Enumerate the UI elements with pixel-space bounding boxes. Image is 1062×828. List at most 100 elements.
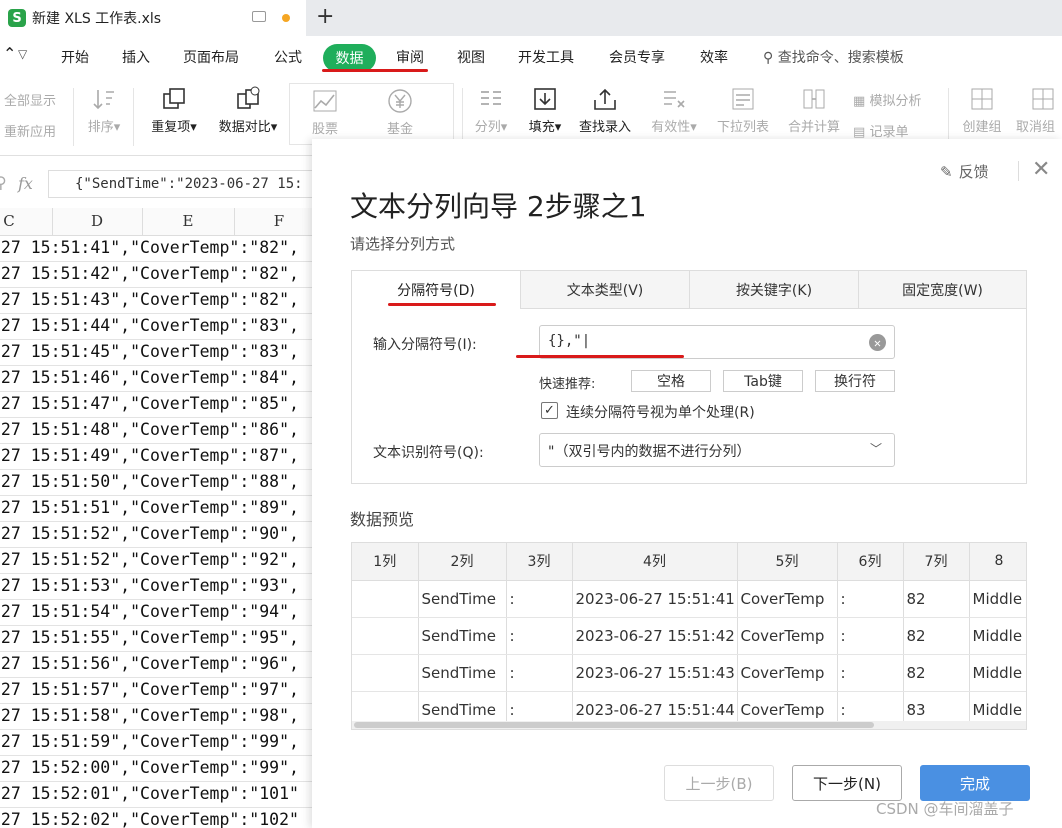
tab-fixed-width[interactable]: 固定宽度(W)	[858, 271, 1026, 309]
tab-keyword[interactable]: 按关键字(K)	[689, 271, 858, 309]
split-column-button[interactable]: 分列▾	[470, 86, 512, 135]
preview-column-header[interactable]: 7列	[903, 543, 970, 581]
tab-text-type[interactable]: 文本类型(V)	[520, 271, 689, 309]
column-header-f[interactable]: F	[234, 212, 312, 236]
sheet-row[interactable]: -27 15:51:43","CoverTemp":"82",	[0, 288, 312, 314]
qualifier-select[interactable]: "（双引号内的数据不进行分列） ﹀	[539, 433, 895, 467]
sheet-row[interactable]: -27 15:52:02","CoverTemp":"102"	[0, 808, 312, 828]
menu-developer[interactable]: 开发工具	[518, 47, 574, 67]
close-icon[interactable]: ✕	[1032, 157, 1050, 182]
menu-dropdown-icon[interactable]: ▽	[18, 47, 27, 61]
scrollbar-thumb[interactable]	[354, 722, 874, 728]
sheet-row[interactable]: -27 15:51:54","CoverTemp":"94",	[0, 600, 312, 626]
column-header-d[interactable]: D	[52, 212, 142, 236]
clear-icon[interactable]: ✕	[869, 334, 886, 351]
show-all-button[interactable]: 全部显示	[4, 90, 56, 109]
sheet-row[interactable]: -27 15:51:55","CoverTemp":"95",	[0, 626, 312, 652]
quick-tab-button[interactable]: Tab键	[723, 370, 803, 392]
horizontal-scrollbar[interactable]	[352, 721, 1026, 729]
unsaved-dot-icon	[282, 14, 290, 22]
sheet-row[interactable]: -27 15:51:47","CoverTemp":"85",	[0, 392, 312, 418]
preview-column-header[interactable]: 4列	[572, 543, 738, 581]
menu-page-layout[interactable]: 页面布局	[183, 47, 239, 67]
menu-formula[interactable]: 公式	[274, 47, 302, 67]
new-tab-plus-icon[interactable]: +	[316, 4, 334, 29]
preview-cell: 2023-06-27 15:51:41	[572, 580, 738, 618]
zoom-icon[interactable]: ⚲	[0, 173, 7, 192]
split-column-icon	[481, 91, 501, 105]
preview-cell: :	[837, 654, 904, 692]
sheet-row[interactable]: -27 15:51:48","CoverTemp":"86",	[0, 418, 312, 444]
find-input-button[interactable]: 查找录入	[574, 86, 636, 135]
menu-insert[interactable]: 插入	[122, 47, 150, 67]
simulate-analysis-button[interactable]: ▦ 模拟分析	[853, 90, 921, 109]
sheet-row[interactable]: -27 15:51:46","CoverTemp":"84",	[0, 366, 312, 392]
data-preview[interactable]: 1列 2列 3列 4列 5列 6列 7列 8 SendTime:2023-06-27 15:5…	[351, 542, 1027, 730]
watermark: CSDN @车间溜盖子	[876, 800, 1014, 818]
preview-column-header[interactable]: 6列	[837, 543, 904, 581]
preview-column-header[interactable]: 3列	[506, 543, 573, 581]
quick-newline-button[interactable]: 换行符	[815, 370, 895, 392]
sheet-row[interactable]: -27 15:51:42","CoverTemp":"82",	[0, 262, 312, 288]
stocks-button[interactable]: 股票	[305, 88, 345, 137]
sheet-row[interactable]: -27 15:51:50","CoverTemp":"88",	[0, 470, 312, 496]
dialog-subtitle: 请选择分列方式	[350, 235, 456, 253]
menu-review[interactable]: 审阅	[396, 47, 424, 67]
formula-input[interactable]: {"SendTime":"2023-06-27 15:	[48, 170, 312, 198]
funds-button[interactable]: 基金	[380, 88, 420, 137]
preview-column-header[interactable]: 2列	[418, 543, 507, 581]
menu-home[interactable]: 开始	[61, 47, 89, 67]
consecutive-checkbox[interactable]: ✓	[541, 402, 558, 419]
form-icon: ▤	[853, 125, 866, 140]
create-group-button[interactable]: 创建组	[958, 86, 1006, 135]
document-tab[interactable]: S 新建 XLS 工作表.xls	[0, 0, 306, 36]
reapply-button[interactable]: 重新应用	[4, 121, 56, 140]
sheet-row[interactable]: -27 15:51:41","CoverTemp":"82",	[0, 236, 312, 262]
column-header-e[interactable]: E	[142, 212, 234, 236]
sheet-row[interactable]: -27 15:51:53","CoverTemp":"93",	[0, 574, 312, 600]
preview-column-header[interactable]: 1列	[352, 543, 419, 581]
ungroup-button[interactable]: 取消组	[1016, 86, 1062, 135]
merge-calc-button[interactable]: 合并计算	[784, 86, 844, 135]
fx-icon[interactable]: fx	[18, 174, 33, 193]
sheet-row[interactable]: -27 15:51:51","CoverTemp":"89",	[0, 496, 312, 522]
menu-efficiency[interactable]: 效率	[700, 47, 728, 67]
sheet-row[interactable]: -27 15:52:00","CoverTemp":"99",	[0, 756, 312, 782]
delimiter-input[interactable]: {},"| ✕	[539, 325, 895, 359]
sheet-row[interactable]: -27 15:51:45","CoverTemp":"83",	[0, 340, 312, 366]
prev-step-button[interactable]: 上一步(B)	[664, 765, 774, 801]
menu-member[interactable]: 会员专享	[609, 47, 665, 67]
screen-icon[interactable]	[252, 11, 266, 22]
sheet-row[interactable]: -27 15:51:56","CoverTemp":"96",	[0, 652, 312, 678]
sheet-row[interactable]: -27 15:51:58","CoverTemp":"98",	[0, 704, 312, 730]
finish-button[interactable]: 完成	[920, 765, 1030, 801]
sheet-row[interactable]: -27 15:52:01","CoverTemp":"101"	[0, 782, 312, 808]
preview-column-header[interactable]: 8	[969, 543, 1026, 581]
feedback-button[interactable]: ✎ 反馈	[940, 161, 989, 182]
sheet-row[interactable]: -27 15:51:52","CoverTemp":"90",	[0, 522, 312, 548]
sheet-row[interactable]: -27 15:51:59","CoverTemp":"99",	[0, 730, 312, 756]
sort-button[interactable]: 排序▾	[83, 86, 125, 135]
record-form-button[interactable]: ▤ 记录单	[853, 121, 908, 140]
fill-button[interactable]: 填充▾	[524, 86, 566, 135]
next-step-button[interactable]: 下一步(N)	[792, 765, 902, 801]
dropdown-list-button[interactable]: 下拉列表	[713, 86, 773, 135]
duplicates-button[interactable]: 重复项▾	[146, 86, 202, 135]
sheet-row[interactable]: -27 15:51:52","CoverTemp":"92",	[0, 548, 312, 574]
formula-bar: ⚲ fx {"SendTime":"2023-06-27 15:	[0, 156, 312, 208]
menu-view[interactable]: 视图	[457, 47, 485, 67]
column-header-c[interactable]: C	[0, 212, 18, 236]
command-search[interactable]: ⚲ 查找命令、搜索模板	[763, 47, 904, 67]
preview-column-header[interactable]: 5列	[737, 543, 838, 581]
data-compare-button[interactable]: 数据对比▾	[213, 86, 283, 135]
preview-cell	[352, 617, 419, 655]
menu-data-active[interactable]: 数据	[323, 44, 376, 72]
sheet-row[interactable]: -27 15:51:57","CoverTemp":"97",	[0, 678, 312, 704]
quick-space-button[interactable]: 空格	[631, 370, 711, 392]
preview-label: 数据预览	[350, 510, 415, 529]
split-method-panel: 分隔符号(D) 文本类型(V) 按关键字(K) 固定宽度(W) 输入分隔符号(I…	[351, 270, 1027, 484]
sheet-row[interactable]: -27 15:51:49","CoverTemp":"87",	[0, 444, 312, 470]
sheet-row[interactable]: -27 15:51:44","CoverTemp":"83",	[0, 314, 312, 340]
validity-button[interactable]: 有效性▾	[646, 86, 702, 135]
spreadsheet-grid[interactable]: C D E F -27 15:51:41","CoverTemp":"82", -…	[0, 208, 312, 828]
